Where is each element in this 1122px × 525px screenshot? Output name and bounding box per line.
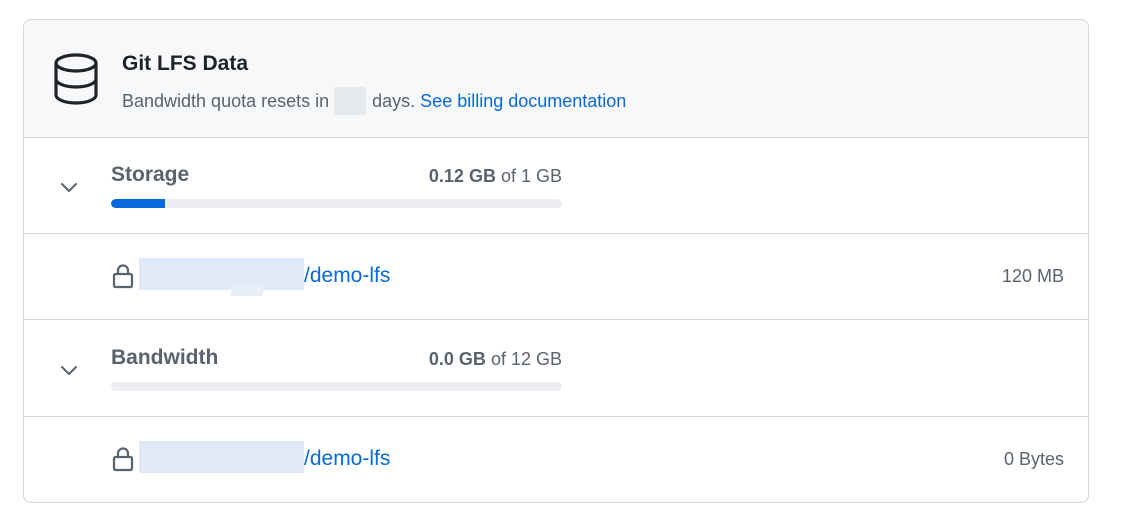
bandwidth-repo-row: /demo-lfs 0 Bytes (24, 417, 1088, 502)
page-title: Git LFS Data (122, 52, 249, 75)
bandwidth-repo-link[interactable]: /demo-lfs (304, 447, 390, 471)
storage-repo-size: 120 MB (1001, 266, 1064, 286)
redacted-repo-owner (139, 258, 304, 296)
lock-icon (112, 447, 134, 472)
storage-repo-row: /demo-lfs 120 MB (24, 234, 1088, 320)
billing-documentation-link[interactable]: See billing documentation (420, 91, 626, 112)
bandwidth-section[interactable]: Bandwidth 0.0 GB of 12 GB (24, 320, 1088, 417)
storage-used: 0.12 GB (428, 166, 496, 186)
bandwidth-label: Bandwidth (111, 346, 219, 369)
storage-section[interactable]: Storage 0.12 GB of 1 GB (24, 137, 1088, 234)
quota-reset-prefix: Bandwidth quota resets in (122, 90, 330, 111)
storage-progress-fill (111, 199, 166, 208)
chevron-down-icon[interactable] (59, 360, 79, 380)
quota-reset-suffix: days. (372, 90, 416, 111)
lfs-header: Git LFS Data Bandwidth quota resets in d… (24, 20, 1088, 138)
bandwidth-repo-size: 0 Bytes (1003, 449, 1064, 469)
git-lfs-data-card: Git LFS Data Bandwidth quota resets in d… (23, 19, 1089, 503)
storage-progress-bar (111, 199, 562, 208)
storage-quota: of 1 GB (500, 166, 562, 186)
database-icon (54, 53, 98, 105)
storage-repo-link[interactable]: /demo-lfs (304, 264, 390, 288)
bandwidth-used: 0.0 GB (428, 349, 486, 369)
quota-reset-text: Bandwidth quota resets in days. See bill… (122, 87, 626, 115)
redacted-repo-owner (139, 441, 304, 473)
lock-icon (112, 264, 134, 289)
storage-label: Storage (111, 163, 190, 186)
bandwidth-quota: of 12 GB (490, 349, 562, 369)
bandwidth-usage: 0.0 GB of 12 GB (324, 349, 562, 370)
redacted-days-count (334, 87, 367, 115)
storage-usage: 0.12 GB of 1 GB (324, 166, 562, 187)
chevron-down-icon[interactable] (59, 177, 79, 197)
bandwidth-progress-bar (111, 382, 562, 391)
